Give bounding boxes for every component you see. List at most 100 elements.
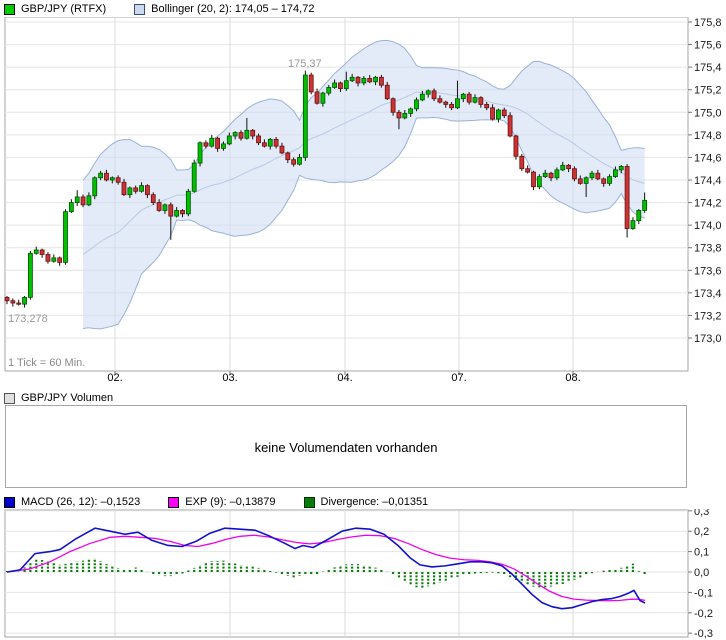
symbol-swatch-icon — [4, 3, 15, 15]
x-axis-label: 02. — [107, 372, 123, 384]
candle-body — [519, 155, 525, 170]
candle-body — [314, 91, 320, 104]
price-tick-label: 174,6 — [694, 152, 722, 164]
candle-body — [308, 74, 314, 93]
trading-chart-window: GBP/JPY (RTFX) Bollinger (20, 2): 174,05… — [0, 0, 726, 640]
candle-body — [297, 157, 302, 165]
price-chart-plot[interactable]: 175,8 175,6 175,4 175,2 175,0 174,8 174,6 174,4… — [0, 17, 726, 385]
legend-item-macd[interactable]: MACD (26, 12): –0,1523 — [4, 496, 140, 508]
candle-body — [501, 109, 507, 117]
price-tick-label: 175,6 — [694, 40, 722, 52]
candle-body — [4, 296, 10, 302]
candle-body — [291, 159, 297, 165]
candle-body — [150, 194, 156, 203]
volume-label: GBP/JPY Volumen — [21, 392, 114, 404]
candle-body — [361, 78, 367, 84]
candle-body — [27, 252, 33, 298]
candle-body — [104, 172, 109, 181]
candle-body — [408, 108, 414, 114]
candle-body — [536, 176, 542, 188]
candle-body — [185, 190, 191, 215]
candle-body — [215, 137, 221, 149]
candle-body — [256, 135, 261, 144]
price-tick-label: 175,8 — [694, 17, 722, 29]
candle-body — [250, 129, 256, 137]
volume-swatch-icon — [4, 392, 15, 404]
legend-item-symbol[interactable]: GBP/JPY (RTFX) — [4, 3, 106, 15]
legend-item-bollinger[interactable]: Bollinger (20, 2): 174,05 – 174,72 — [134, 3, 314, 15]
price-tick-label: 174,4 — [694, 175, 722, 187]
candle-body — [168, 204, 174, 217]
candle-body — [156, 202, 162, 211]
exp-label: EXP (9): –0,13879 — [185, 496, 276, 508]
candle-body — [495, 109, 501, 120]
candle-body — [566, 164, 571, 170]
candle-body — [191, 162, 197, 192]
candle-body — [601, 178, 607, 184]
candle-body — [490, 107, 495, 120]
macd-tick-label: -0,1 — [694, 587, 713, 599]
no-volume-message: keine Volumendaten vorhanden — [254, 440, 438, 455]
candle-body — [39, 249, 45, 255]
legend-item-exp[interactable]: EXP (9): –0,13879 — [168, 496, 276, 508]
candle-body — [203, 142, 209, 147]
candle-body — [45, 254, 51, 262]
candle-body — [396, 111, 402, 119]
candle-body — [232, 132, 238, 137]
candle-body — [221, 143, 226, 149]
price-tick-label: 174,8 — [694, 130, 722, 142]
candle-body — [355, 76, 361, 84]
candle-body — [513, 135, 519, 157]
candle-body — [373, 76, 378, 83]
x-axis-label: 04. — [337, 372, 353, 384]
candle-body — [472, 97, 478, 103]
macd-tick-label: 0,1 — [694, 547, 709, 559]
candle-body — [139, 185, 144, 192]
candle-body — [455, 98, 460, 109]
candle-body — [384, 84, 390, 100]
x-axis-label: 03. — [222, 372, 238, 384]
candle-body — [548, 172, 554, 179]
candle-body — [51, 257, 57, 262]
divergence-swatch-icon — [303, 496, 315, 508]
candle-body — [121, 181, 127, 196]
candle-body — [302, 74, 308, 158]
price-tick-label: 175,4 — [694, 62, 722, 74]
price-tick-label: 173,2 — [694, 310, 722, 322]
legend-item-divergence[interactable]: Divergence: –0,01351 — [303, 496, 429, 508]
price-tick-label: 173,0 — [694, 333, 722, 345]
symbol-label: GBP/JPY (RTFX) — [21, 3, 107, 15]
candle-body — [68, 202, 74, 212]
candle-body — [460, 93, 466, 100]
candle-body — [144, 185, 150, 196]
candle-body — [583, 177, 589, 184]
candle-body — [572, 168, 577, 180]
macd-chart-plot[interactable]: 0,3 0,2 0,1 0,0 -0,1 -0,2 -0,3 — [0, 509, 726, 640]
candle-body — [343, 80, 349, 89]
candle-body — [80, 196, 86, 206]
bollinger-label: Bollinger (20, 2): 174,05 – 174,72 — [151, 3, 315, 15]
price-tick-label: 174,2 — [694, 198, 722, 210]
candle-body — [332, 82, 338, 88]
candle-body — [367, 78, 373, 83]
candle-body — [437, 98, 443, 103]
divergence-label: Divergence: –0,01351 — [320, 496, 429, 508]
macd-label: MACD (26, 12): –0,1523 — [21, 496, 141, 508]
volume-panel[interactable]: keine Volumendaten vorhanden — [5, 405, 687, 488]
timeframe-note: 1 Tick = 60 Min. — [8, 357, 85, 369]
candle-body — [197, 142, 203, 164]
volume-legend: GBP/JPY Volumen — [4, 391, 113, 405]
bollinger-swatch-icon — [134, 3, 146, 15]
candle-body — [261, 142, 267, 147]
legend-item-volume[interactable]: GBP/JPY Volumen — [4, 392, 113, 404]
candle-body — [267, 138, 273, 147]
candle-body — [279, 145, 285, 154]
candle-body — [378, 76, 384, 86]
price-annotation: 175,37 — [288, 58, 322, 70]
candle-body — [16, 302, 22, 305]
candle-body — [127, 187, 133, 196]
macd-swatch-icon — [4, 496, 15, 508]
candle-body — [560, 164, 566, 171]
candle-body — [349, 76, 355, 82]
macd-tick-label: -0,3 — [694, 628, 713, 640]
